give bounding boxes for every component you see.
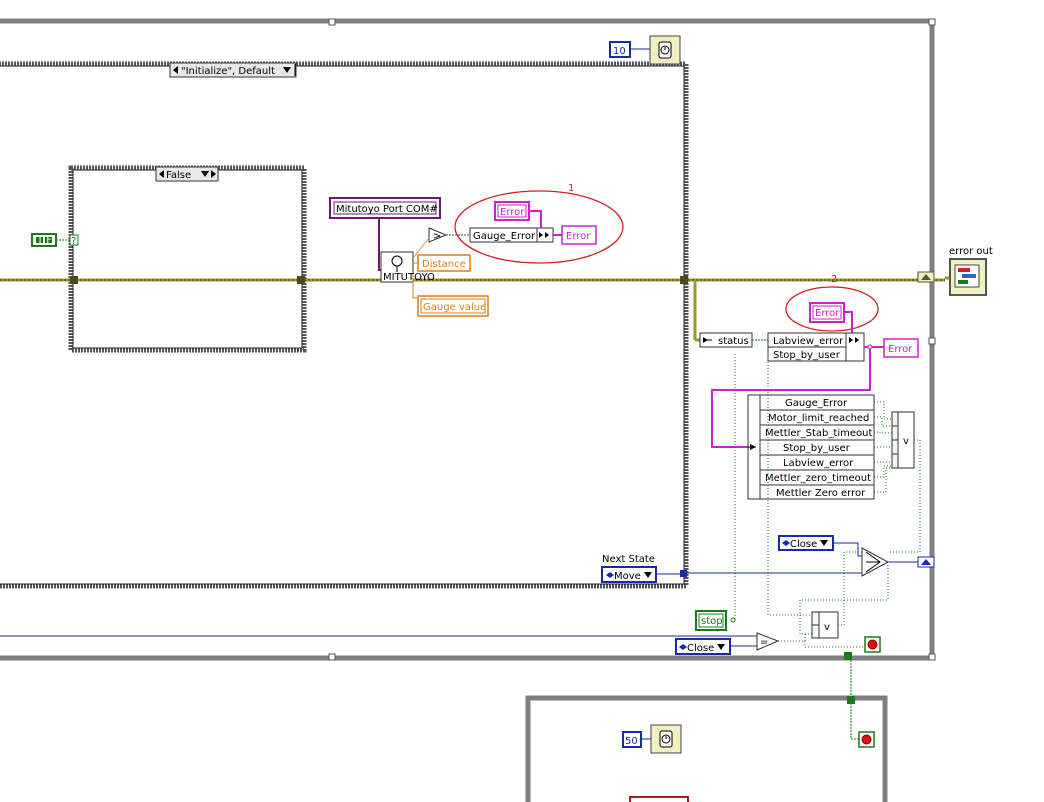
loop-stop-terminal[interactable]	[864, 636, 881, 653]
mitutoyo-vi-text: MITUTOYO	[383, 272, 435, 283]
bool-tf-text: T F	[36, 235, 52, 246]
error-list-item-4: Stop_by_user	[783, 443, 851, 454]
shift-register-right[interactable]	[917, 271, 935, 283]
bundle-by-name[interactable]: Labview_error Stop_by_user	[767, 332, 865, 362]
mitutoyo-port-constant[interactable]: Mitutoyo Port COM#	[329, 197, 441, 219]
wait-ms-constant-top[interactable]: 10	[609, 41, 631, 58]
annotation-ellipse-1: 1	[454, 183, 624, 264]
case-selector-label: "Initialize", Default	[181, 66, 275, 77]
lower-loop-frame	[525, 695, 888, 802]
error-unbundle-list[interactable]	[747, 394, 761, 500]
wait-timer-icon-top[interactable]	[649, 35, 681, 65]
distance-indicator: Distance	[417, 254, 471, 272]
error-list-item-7: Mettler Zero error	[776, 488, 866, 499]
error-out-label-1: Error	[566, 231, 591, 242]
gauge-value-label: Gauge value	[423, 302, 486, 313]
status-label: status	[718, 336, 749, 347]
svg-text:?: ?	[71, 236, 76, 247]
error-list-item-6: Mettler_zero_timeout	[765, 473, 871, 484]
error-in-label-1: Error	[500, 207, 525, 218]
stop-label: stop	[701, 616, 723, 627]
gauge-value-indicator: Gauge value	[417, 295, 489, 317]
bundle-item-2: Stop_by_user	[773, 350, 841, 361]
mitutoyo-port-label: Mitutoyo Port COM#	[336, 204, 438, 215]
error-list-rows: Gauge_Error Motor_limit_reached Mettler_…	[759, 394, 875, 500]
error-list-item-2: Motor_limit_reached	[768, 413, 869, 424]
inner-case-selector[interactable]: False	[155, 166, 219, 182]
error-list-item-1: Gauge_Error	[785, 398, 848, 409]
close-enum-compare[interactable]: Close	[675, 638, 731, 655]
gauge-error-unbundle[interactable]: Gauge_Error	[469, 227, 554, 243]
svg-text:>: >	[433, 231, 441, 242]
status-unbundle[interactable]: status	[699, 332, 753, 348]
svg-text:=: =	[760, 637, 768, 648]
error-in-label-2: Error	[815, 308, 840, 319]
error-in-constant-2[interactable]: Error	[809, 302, 845, 323]
bool-false-constant[interactable]: T F	[31, 233, 57, 247]
error-out-terminal-label: error out	[949, 246, 993, 257]
error-in-constant-1[interactable]: Error	[494, 201, 530, 221]
bundle-item-1: Labview_error	[773, 336, 844, 347]
or-symbol: v	[903, 436, 909, 447]
tunnel-bottom	[844, 652, 852, 660]
error-cluster-indicator: Error	[883, 338, 919, 358]
wait-ms-constant-bottom[interactable]: 50	[622, 731, 642, 748]
error-out-terminal-icon[interactable]	[949, 258, 987, 296]
wait-ms-value-top: 10	[613, 46, 626, 57]
wait-ms-value-bottom: 50	[625, 736, 638, 747]
next-state-value: Move	[614, 571, 641, 582]
case-structure-initialize	[0, 61, 689, 589]
tunnel-next-state	[680, 570, 687, 577]
lower-partial-element	[629, 796, 689, 802]
error-list-item-5: Labview_error	[783, 458, 854, 469]
close-compare-value: Close	[687, 643, 714, 654]
annotation-number-1: 1	[568, 183, 574, 194]
inner-case-structure	[68, 165, 307, 353]
close-enum-select[interactable]: Close	[778, 535, 834, 551]
case-selector[interactable]: "Initialize", Default	[169, 62, 297, 78]
error-out-indicator-1: Error	[561, 225, 597, 245]
wait-timer-icon-bottom[interactable]	[650, 724, 682, 754]
distance-label: Distance	[422, 259, 466, 270]
or-node-symbol: v	[824, 622, 830, 633]
greater-than-node[interactable]: >	[428, 227, 448, 243]
stop-control[interactable]: stop	[695, 610, 727, 631]
or-node[interactable]: v	[811, 611, 839, 639]
next-state-label: Next State	[602, 554, 655, 565]
equal-node[interactable]: =	[756, 632, 780, 651]
annotation-number-2: 2	[831, 274, 837, 285]
bool-terminal: ?	[69, 234, 79, 247]
shift-register-right-lower[interactable]	[917, 556, 935, 568]
close-select-value: Close	[790, 539, 817, 550]
select-node[interactable]	[861, 547, 890, 577]
gauge-error-enum: Gauge_Error	[473, 231, 536, 242]
lower-loop-stop-terminal[interactable]	[858, 731, 875, 748]
next-state-enum[interactable]: Move	[601, 566, 657, 583]
error-cluster-label: Error	[888, 344, 913, 355]
error-list-item-3: Mettler_Stab_timeout	[765, 428, 872, 439]
compound-or-node[interactable]: v	[891, 411, 915, 469]
inner-case-label: False	[166, 170, 191, 181]
